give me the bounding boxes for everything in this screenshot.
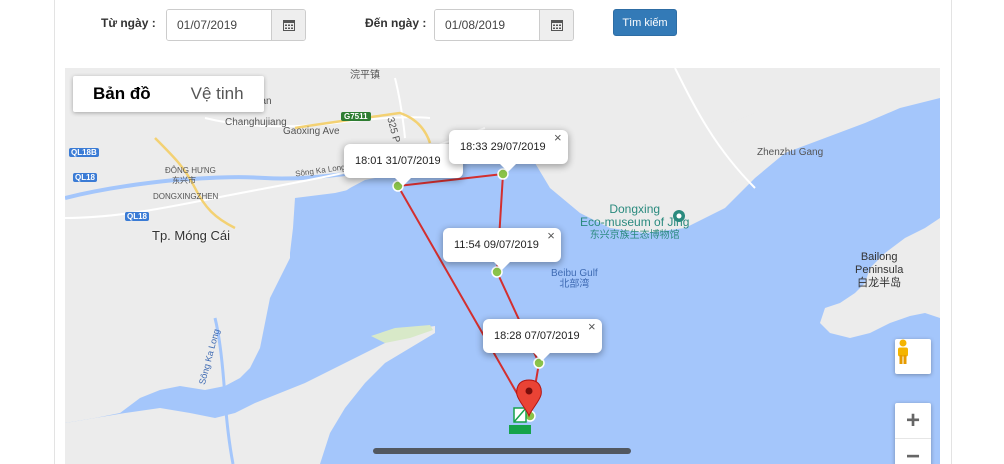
bay-inlet — [287, 183, 395, 308]
map-type-satellite[interactable]: Vệ tinh — [171, 76, 264, 112]
zoom-out-button[interactable]: − — [895, 439, 931, 464]
pegman-icon — [898, 339, 908, 364]
road-shield-ql18: QL18 — [73, 173, 98, 182]
map-type-roadmap[interactable]: Bản đồ — [73, 76, 171, 112]
waypoint-time: 18:33 29/07/2019 — [460, 141, 546, 153]
road-shield-g7511: G7511 — [341, 112, 371, 121]
horizontal-scrollbar[interactable] — [373, 448, 631, 454]
poi-label-line3: 东兴京族生态博物馆 — [589, 230, 680, 241]
info-window: 11:54 09/07/2019 × — [443, 228, 561, 270]
poi-label-line2: Eco-museum of Jing — [580, 215, 690, 229]
place-label-mong-cai: Tp. Móng Cái — [152, 228, 231, 243]
beibu-line2: 北部湾 — [559, 279, 590, 290]
road-label-gaoxing: Gaoxing Ave — [283, 126, 340, 137]
road-shield-ql18-2: QL18 — [125, 212, 150, 221]
road-shield-ql18b: QL18B — [69, 148, 99, 157]
place-label-bailong: Bailong Peninsula 白龙半岛 — [855, 251, 903, 290]
info-window: 18:33 29/07/2019 × — [449, 130, 568, 172]
place-label-changhujiang: Changhujiang — [225, 117, 287, 128]
close-icon[interactable]: × — [547, 219, 555, 253]
bailong-line3: 白龙半岛 — [857, 277, 902, 289]
from-date-label: Từ ngày : — [101, 16, 156, 30]
waypoint-time: 11:54 09/07/2019 — [454, 239, 539, 251]
to-date-label: Đến ngày : — [365, 16, 427, 30]
place-label-dongxingzhen: DONGXINGZHEN — [153, 192, 219, 201]
info-window: 18:28 07/07/2019 × — [483, 319, 602, 361]
sea-label-beibu: Beibu Gulf 北部湾 — [551, 268, 598, 290]
to-date-picker[interactable] — [434, 9, 574, 41]
info-window: 18:01 31/07/2019 × — [344, 144, 463, 186]
search-button[interactable]: Tìm kiếm — [613, 9, 677, 36]
waypoint-time: 18:01 31/07/2019 — [355, 155, 441, 167]
zoom-in-button[interactable]: + — [895, 403, 931, 439]
place-label-zhenzhu: Zhenzhu Gang — [757, 147, 824, 158]
street-view-pegman[interactable] — [895, 339, 931, 374]
from-date-input[interactable] — [167, 10, 271, 40]
bay-dongxing — [395, 173, 543, 220]
close-icon[interactable]: × — [554, 121, 562, 155]
bailong-line1: Bailong — [860, 251, 898, 263]
place-label-donghung-cn: 东兴市 — [172, 176, 196, 185]
map-type-control: Bản đồ Vệ tinh — [73, 76, 264, 112]
from-date-picker[interactable] — [166, 9, 306, 41]
map-view[interactable]: 浣平镇 engtan Changhujiang Gaoxing Ave G751… — [65, 68, 940, 464]
place-label-donghung: ĐÔNG HƯNG — [165, 166, 216, 175]
waypoint-time: 18:28 07/07/2019 — [494, 330, 580, 342]
bailong-line2: Peninsula — [855, 264, 904, 276]
beibu-line1: Beibu Gulf — [551, 268, 598, 279]
zoom-control: + − — [895, 403, 931, 464]
close-icon[interactable]: × — [588, 310, 596, 344]
poi-dongxing-museum[interactable]: Dongxing Eco-museum of Jing 东兴京族生态博物馆 — [580, 203, 689, 242]
calendar-icon[interactable] — [539, 10, 573, 40]
calendar-icon[interactable] — [271, 10, 305, 40]
place-label-top: 浣平镇 — [350, 70, 380, 81]
to-date-input[interactable] — [435, 10, 539, 40]
